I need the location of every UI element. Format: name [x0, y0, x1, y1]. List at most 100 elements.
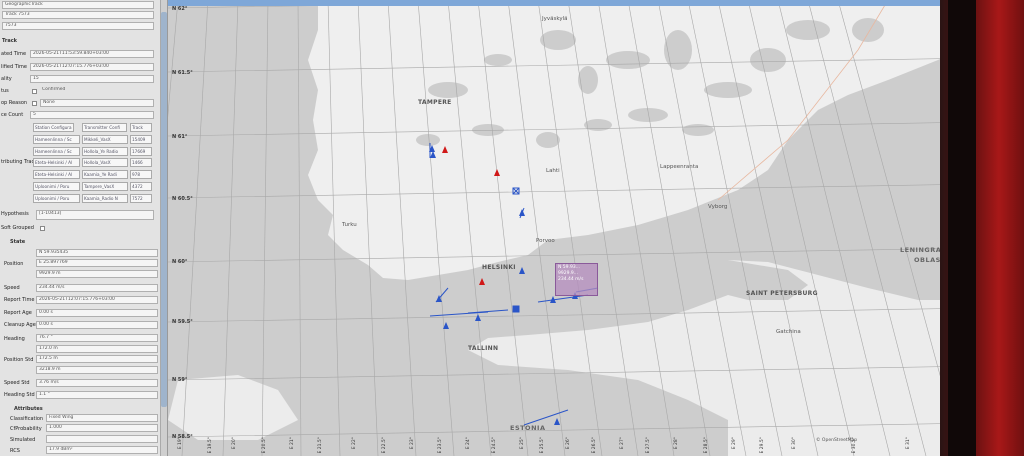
- lon-label: E 22.5°: [382, 437, 387, 454]
- status-checkbox[interactable]: [32, 89, 37, 94]
- table-cell[interactable]: Hollola_Ye Radio: [82, 147, 128, 156]
- table-cell[interactable]: Uploonimi / Poru: [33, 194, 80, 203]
- speed-field[interactable]: 234.44 m/s: [36, 284, 158, 292]
- table-cell[interactable]: 4372: [130, 182, 152, 191]
- drop-reason-select[interactable]: None: [40, 99, 154, 107]
- table-cell[interactable]: Eteta-Helsinki / Al: [33, 158, 80, 167]
- cleanup-age-field[interactable]: 0.00 s: [36, 321, 158, 329]
- track-symbol[interactable]: [519, 267, 525, 274]
- quality-field[interactable]: 15: [30, 75, 154, 83]
- lon-label: E 21.5°: [318, 437, 323, 454]
- speed-std-field[interactable]: 3.76 m/s: [36, 379, 158, 387]
- table-cell[interactable]: Uploonimi / Poru: [33, 182, 80, 191]
- lon-label: E 21°: [290, 437, 295, 450]
- track-symbol[interactable]: [475, 314, 481, 321]
- lon-label: E 23°: [410, 437, 415, 450]
- position-alt-field[interactable]: 9929.9 m: [36, 270, 158, 278]
- track-symbol[interactable]: [519, 209, 525, 216]
- track-symbol[interactable]: [443, 322, 449, 329]
- hostile-track-symbol[interactable]: [479, 278, 485, 285]
- position-lon-field[interactable]: E 25.897769: [36, 259, 158, 267]
- report-age-label: Report Age: [4, 310, 32, 316]
- position-label: Position: [4, 261, 24, 267]
- hostile-track-symbol[interactable]: [494, 169, 500, 176]
- table-cell[interactable]: Mikkeli_VasX: [82, 135, 128, 144]
- table-cell[interactable]: Hameenlinna / Sc: [33, 147, 80, 156]
- region-label-estonia: ESTONIA: [510, 424, 546, 432]
- source-count-label: ce Count: [1, 112, 24, 118]
- lon-label: E 20°: [232, 437, 237, 450]
- quality-label: ality: [1, 76, 12, 82]
- table-cell[interactable]: 15409: [130, 135, 152, 144]
- simulated-label: Simulated: [10, 437, 36, 443]
- row-soft-grouped: Soft Grouped: [0, 224, 164, 233]
- section-state[interactable]: State: [10, 239, 25, 245]
- simulated-field[interactable]: [46, 435, 158, 443]
- map-attribution[interactable]: © OpenStreetMap: [816, 438, 857, 443]
- hypothesis-label: Hypothesis: [1, 211, 29, 217]
- track-symbol[interactable]: [554, 418, 560, 425]
- soft-grouped-label: Soft Grouped: [1, 225, 34, 231]
- lon-label: E 28.5°: [704, 437, 709, 454]
- track-symbol[interactable]: [436, 295, 442, 302]
- track-symbol[interactable]: [429, 145, 435, 152]
- modified-time-field[interactable]: 2026-05-21T12:07:15.776+03:00: [30, 63, 154, 71]
- monitor-bezel-edge: [948, 0, 976, 456]
- lon-label: E 31°: [906, 437, 911, 450]
- created-time-field[interactable]: 2026-05-21T11:53:59.840+03:00: [30, 50, 154, 58]
- drop-reason-checkbox[interactable]: [32, 101, 37, 106]
- hypothesis-field[interactable]: [1-10413]: [36, 210, 154, 220]
- table-cell[interactable]: Kaamia_Radio N: [82, 194, 128, 203]
- lon-label: E 29.5°: [760, 437, 765, 454]
- table-cell[interactable]: 1466: [130, 158, 152, 167]
- position-lat-field[interactable]: N 59.935435: [36, 249, 158, 257]
- panel-scrollbar-thumb[interactable]: [161, 12, 167, 407]
- position-std-field[interactable]: 3218.9 m: [36, 366, 158, 374]
- hostile-track-symbol[interactable]: [442, 146, 448, 153]
- lon-label: E 29°: [732, 437, 737, 450]
- lon-label: E 27.5°: [646, 437, 651, 454]
- position-std-field[interactable]: 172.5 m: [36, 355, 158, 363]
- track-info-popup[interactable]: N 59.93... 9929.9... 234.44 m/s: [555, 263, 598, 296]
- rcs-field[interactable]: 17.9 dBm²: [46, 446, 158, 454]
- track-properties-panel: GeographicTrack Track 7573 7573 Track at…: [0, 0, 168, 456]
- city-label-helsinki: HELSINKI: [482, 264, 516, 271]
- city-label-lahti: Lahti: [546, 168, 560, 174]
- cf-probability-label: CfProbability: [10, 426, 42, 432]
- lat-label: N 60.5°: [172, 196, 193, 202]
- type-field[interactable]: GeographicTrack: [2, 1, 154, 9]
- city-label-porvoo: Porvoo: [536, 238, 555, 244]
- report-time-field[interactable]: 2026-05-21T12:07:15.776+03:00: [36, 296, 158, 304]
- table-cell[interactable]: Hameenlinna / Sc: [33, 135, 80, 144]
- table-cell[interactable]: 978: [130, 170, 152, 179]
- name-field[interactable]: Track 7573: [2, 11, 154, 19]
- row-source-count: ce Count 5: [0, 111, 164, 120]
- track-symbol[interactable]: [550, 296, 556, 303]
- classification-label: Classification: [10, 416, 44, 422]
- table-cell[interactable]: Eteta-Helsinki / Al: [33, 170, 80, 179]
- drop-reason-label: op Reason: [1, 100, 28, 106]
- selected-track-symbol[interactable]: [512, 305, 520, 313]
- table-cell[interactable]: Kaamia_Ye Radi: [82, 170, 128, 179]
- table-header[interactable]: Track: [130, 123, 152, 132]
- heading-field[interactable]: 76.7 °: [36, 334, 158, 342]
- table-header[interactable]: Transmitter Confi: [82, 123, 127, 132]
- table-cell[interactable]: 17669: [130, 147, 152, 156]
- section-attributes[interactable]: Attributes: [14, 406, 43, 412]
- cf-probability-field[interactable]: 1.000: [46, 424, 158, 432]
- lon-label: E 20.5°: [262, 437, 267, 454]
- position-std-field[interactable]: 172.0 m: [36, 345, 158, 353]
- table-header[interactable]: Station Configura: [33, 123, 74, 132]
- table-cell[interactable]: 7572: [130, 194, 152, 203]
- heading-std-field[interactable]: 1.1 °: [36, 391, 158, 399]
- id-field[interactable]: 7573: [2, 22, 154, 30]
- soft-grouped-checkbox[interactable]: [40, 226, 45, 231]
- classification-select[interactable]: Fixed Wing: [46, 414, 158, 422]
- source-count-field[interactable]: 5: [30, 111, 154, 119]
- table-cell[interactable]: Tampere_VasX: [82, 182, 128, 191]
- created-time-label: ated Time: [1, 51, 27, 57]
- lat-label: N 60°: [172, 259, 188, 265]
- track-symbol[interactable]: [430, 151, 436, 158]
- table-cell[interactable]: Hollola_VasX: [82, 158, 128, 167]
- report-age-field[interactable]: 0.00 s: [36, 309, 158, 317]
